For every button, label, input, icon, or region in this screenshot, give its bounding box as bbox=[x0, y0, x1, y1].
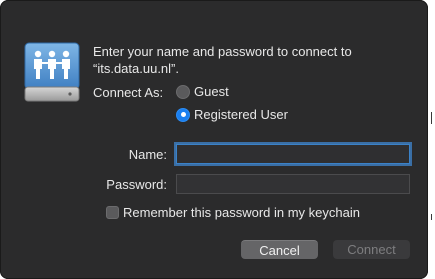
registered-user-radio-option[interactable]: Registered User bbox=[176, 107, 288, 122]
connect-as-label: Connect As: bbox=[93, 85, 164, 100]
server-address: “its.data.uu.nl”. bbox=[93, 61, 179, 76]
prompt-line: Enter your name and password to connect … bbox=[93, 44, 352, 59]
name-label: Name: bbox=[128, 147, 167, 162]
guest-radio-button[interactable] bbox=[176, 84, 190, 99]
password-field[interactable] bbox=[176, 174, 410, 194]
cancel-button[interactable]: Cancel bbox=[241, 240, 318, 259]
password-label: Password: bbox=[106, 177, 167, 192]
connect-to-server-dialog: Enter your name and password to connect … bbox=[0, 0, 428, 279]
remember-password-option[interactable]: Remember this password in my keychain bbox=[106, 205, 360, 220]
remember-password-label: Remember this password in my keychain bbox=[123, 205, 360, 220]
connect-button[interactable]: Connect bbox=[333, 240, 410, 259]
shared-server-drive-icon bbox=[24, 42, 80, 102]
registered-user-radio-label: Registered User bbox=[194, 107, 288, 122]
connection-prompt: Enter your name and password to connect … bbox=[93, 43, 413, 77]
name-field[interactable] bbox=[176, 144, 410, 164]
guest-radio-label: Guest bbox=[194, 84, 229, 99]
background-divider bbox=[431, 112, 432, 124]
remember-password-checkbox[interactable] bbox=[106, 206, 119, 219]
background-divider bbox=[431, 214, 432, 220]
guest-radio-option[interactable]: Guest bbox=[176, 84, 229, 99]
registered-user-radio-button[interactable] bbox=[176, 107, 190, 122]
